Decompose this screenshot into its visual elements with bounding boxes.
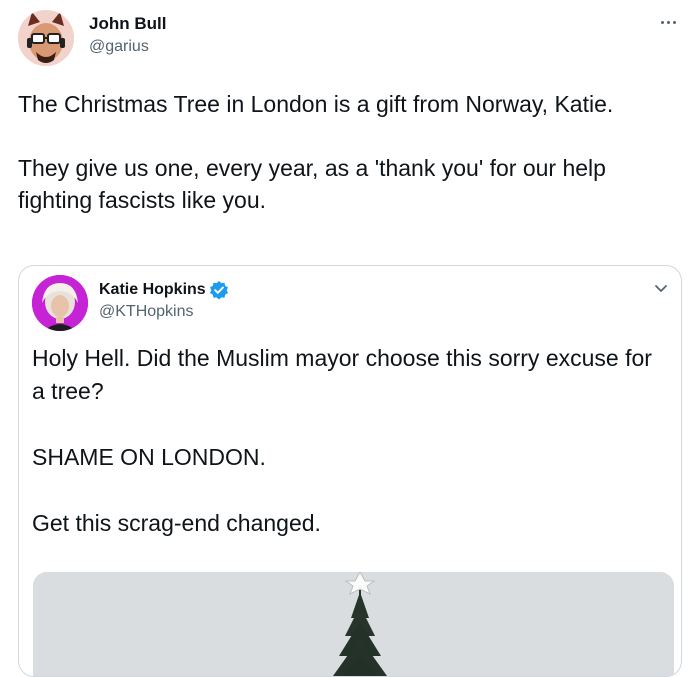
chevron-down-icon[interactable] bbox=[651, 278, 671, 298]
author-handle[interactable]: @garius bbox=[89, 37, 149, 57]
tweet: John Bull @garius The Christmas Tree in … bbox=[0, 0, 700, 677]
quoted-tweet-text: Holy Hell. Did the Muslim mayor choose t… bbox=[32, 345, 652, 536]
author-avatar[interactable] bbox=[18, 10, 74, 66]
tweet-text: The Christmas Tree in London is a gift f… bbox=[18, 91, 614, 213]
author-name[interactable]: John Bull bbox=[89, 13, 166, 35]
quoted-author-avatar[interactable] bbox=[32, 275, 88, 331]
quoted-author-name-row: Katie Hopkins bbox=[99, 279, 229, 301]
more-horizontal-icon[interactable] bbox=[656, 12, 680, 32]
quoted-author-name[interactable]: Katie Hopkins bbox=[99, 279, 206, 301]
quoted-tweet[interactable]: Katie Hopkins @KTHopkins Holy Hell. Did … bbox=[18, 265, 682, 677]
quoted-tweet-image[interactable] bbox=[33, 572, 674, 676]
verified-badge-icon bbox=[209, 280, 229, 300]
quoted-author-handle[interactable]: @KTHopkins bbox=[99, 302, 194, 322]
